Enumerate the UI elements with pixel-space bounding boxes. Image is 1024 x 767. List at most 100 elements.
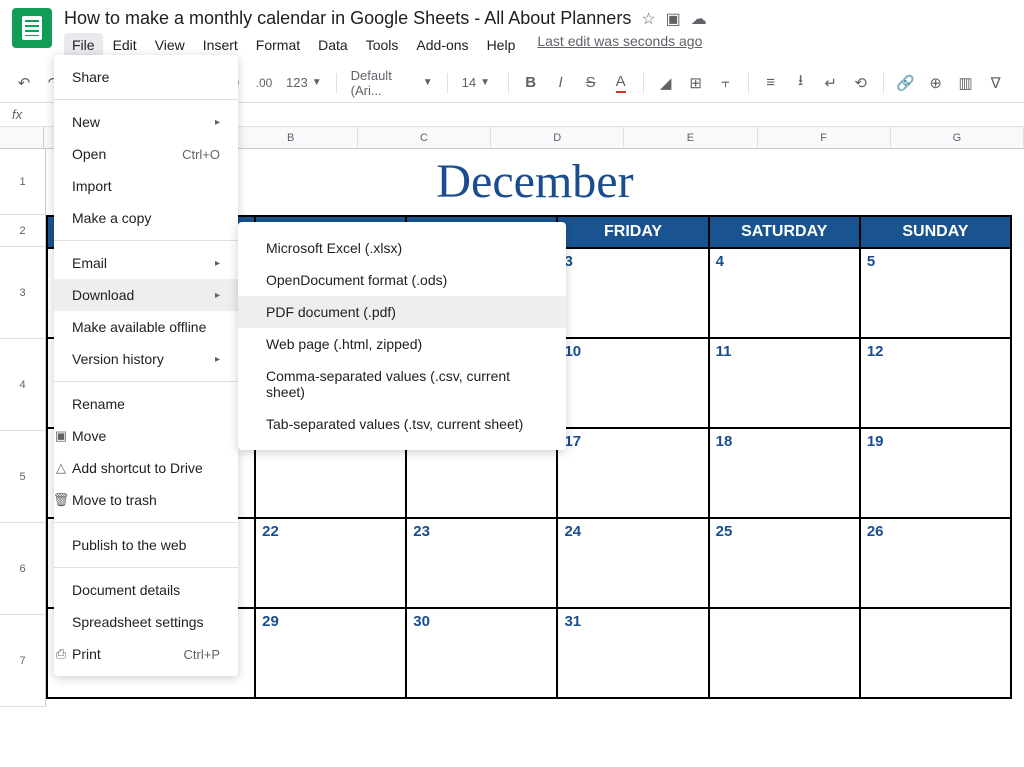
calendar-cell[interactable]: 25 xyxy=(709,518,860,608)
calendar-cell[interactable]: 5 xyxy=(860,248,1011,338)
wrap-button[interactable]: ↵ xyxy=(819,71,843,95)
download-tsv[interactable]: Tab-separated values (.tsv, current shee… xyxy=(238,408,566,440)
borders-button[interactable]: ⊞ xyxy=(684,71,708,95)
bold-button[interactable]: B xyxy=(519,71,543,95)
menu-tools[interactable]: Tools xyxy=(358,33,407,57)
cloud-status-icon[interactable]: ☁ xyxy=(691,9,707,29)
calendar-cell[interactable]: 23 xyxy=(406,518,557,608)
calendar-cell[interactable]: 30 xyxy=(406,608,557,698)
calendar-cell[interactable]: 18 xyxy=(709,428,860,518)
calendar-cell[interactable]: 22 xyxy=(255,518,406,608)
last-edit-link[interactable]: Last edit was seconds ago xyxy=(537,33,702,57)
col-header[interactable]: E xyxy=(624,127,757,148)
day-header[interactable]: SATURDAY xyxy=(709,216,860,248)
link-button[interactable]: 🔗 xyxy=(894,71,918,95)
menu-import[interactable]: Import xyxy=(54,170,238,202)
row-header[interactable]: 6 xyxy=(0,523,46,615)
col-header[interactable]: D xyxy=(491,127,624,148)
calendar-cell[interactable]: 11 xyxy=(709,338,860,428)
col-header[interactable]: F xyxy=(758,127,891,148)
move-to-folder-icon[interactable]: ▣ xyxy=(666,9,681,29)
day-header[interactable]: FRIDAY xyxy=(557,216,708,248)
font-size-select[interactable]: 14▼ xyxy=(458,73,498,92)
row-header[interactable]: 4 xyxy=(0,339,46,431)
calendar-cell[interactable]: 19 xyxy=(860,428,1011,518)
menu-data[interactable]: Data xyxy=(310,33,356,57)
calendar-cell[interactable]: 29 xyxy=(255,608,406,698)
increase-decimal-button[interactable]: .00 xyxy=(252,71,276,95)
download-pdf[interactable]: PDF document (.pdf) xyxy=(238,296,566,328)
font-select[interactable]: Default (Ari...▼ xyxy=(347,66,437,100)
calendar-cell[interactable]: 4 xyxy=(709,248,860,338)
doc-title[interactable]: How to make a monthly calendar in Google… xyxy=(64,8,631,29)
menu-make-copy[interactable]: Make a copy xyxy=(54,202,238,234)
merge-button[interactable]: ⫟ xyxy=(714,71,738,95)
star-icon[interactable]: ☆ xyxy=(641,9,655,29)
calendar-cell[interactable]: 24 xyxy=(557,518,708,608)
row-header[interactable]: 7 xyxy=(0,615,46,707)
calendar-cell[interactable]: 10 xyxy=(557,338,708,428)
calendar-cell[interactable]: 17 xyxy=(557,428,708,518)
chevron-right-icon: ▸ xyxy=(215,290,220,301)
row-header[interactable]: 3 xyxy=(0,247,46,339)
comment-button[interactable]: ⊕ xyxy=(924,71,948,95)
chevron-right-icon: ▸ xyxy=(215,117,220,128)
menu-new[interactable]: New▸ xyxy=(54,106,238,138)
label: Open xyxy=(72,146,106,162)
menu-trash[interactable]: 🗑Move to trash xyxy=(54,484,238,516)
strike-button[interactable]: S xyxy=(579,71,603,95)
menu-insert[interactable]: Insert xyxy=(195,33,246,57)
menu-move[interactable]: ▣Move xyxy=(54,420,238,452)
menu-share[interactable]: Share xyxy=(54,61,238,93)
menu-version-history[interactable]: Version history▸ xyxy=(54,343,238,375)
calendar-cell[interactable]: 3 xyxy=(557,248,708,338)
label: Move xyxy=(72,428,106,444)
menu-view[interactable]: View xyxy=(147,33,193,57)
calendar-cell[interactable] xyxy=(860,608,1011,698)
menu-print[interactable]: ⎙PrintCtrl+P xyxy=(54,638,238,670)
menu-file[interactable]: File xyxy=(64,33,103,57)
header: How to make a monthly calendar in Google… xyxy=(0,0,1024,57)
col-header[interactable]: C xyxy=(358,127,491,148)
row-header[interactable]: 2 xyxy=(0,215,46,247)
col-header[interactable]: B xyxy=(225,127,358,148)
download-html[interactable]: Web page (.html, zipped) xyxy=(238,328,566,360)
undo-button[interactable]: ↶ xyxy=(12,71,36,95)
menu-offline[interactable]: Make available offline xyxy=(54,311,238,343)
menu-spreadsheet-settings[interactable]: Spreadsheet settings xyxy=(54,606,238,638)
menu-rename[interactable]: Rename xyxy=(54,388,238,420)
calendar-cell[interactable] xyxy=(709,608,860,698)
menu-add-shortcut[interactable]: △Add shortcut to Drive xyxy=(54,452,238,484)
download-ods[interactable]: OpenDocument format (.ods) xyxy=(238,264,566,296)
calendar-cell[interactable]: 26 xyxy=(860,518,1011,608)
menu-addons[interactable]: Add-ons xyxy=(408,33,476,57)
filter-button[interactable]: ∇ xyxy=(984,71,1008,95)
day-header[interactable]: SUNDAY xyxy=(860,216,1011,248)
col-header[interactable]: G xyxy=(891,127,1024,148)
sheets-logo[interactable] xyxy=(12,8,52,48)
fill-color-button[interactable]: ◢ xyxy=(654,71,678,95)
menu-open[interactable]: OpenCtrl+O xyxy=(54,138,238,170)
rotate-button[interactable]: ⟲ xyxy=(849,71,873,95)
calendar-cell[interactable]: 31 xyxy=(557,608,708,698)
chart-button[interactable]: ▥ xyxy=(954,71,978,95)
v-align-button[interactable]: ⭳ xyxy=(789,71,813,95)
menu-edit[interactable]: Edit xyxy=(105,33,145,57)
h-align-button[interactable]: ≡ xyxy=(759,71,783,95)
row-header[interactable]: 5 xyxy=(0,431,46,523)
label: Version history xyxy=(72,351,164,367)
row-header[interactable]: 1 xyxy=(0,149,46,215)
menu-email[interactable]: Email▸ xyxy=(54,247,238,279)
select-all-cell[interactable] xyxy=(0,127,44,148)
menu-download[interactable]: Download▸ xyxy=(54,279,238,311)
italic-button[interactable]: I xyxy=(549,71,573,95)
menu-publish[interactable]: Publish to the web xyxy=(54,529,238,561)
download-csv[interactable]: Comma-separated values (.csv, current sh… xyxy=(238,360,566,408)
text-color-button[interactable]: A xyxy=(609,71,633,95)
format-select[interactable]: 123▼ xyxy=(282,73,326,92)
menu-help[interactable]: Help xyxy=(479,33,524,57)
download-xlsx[interactable]: Microsoft Excel (.xlsx) xyxy=(238,232,566,264)
menu-format[interactable]: Format xyxy=(248,33,308,57)
menu-doc-details[interactable]: Document details xyxy=(54,574,238,606)
calendar-cell[interactable]: 12 xyxy=(860,338,1011,428)
